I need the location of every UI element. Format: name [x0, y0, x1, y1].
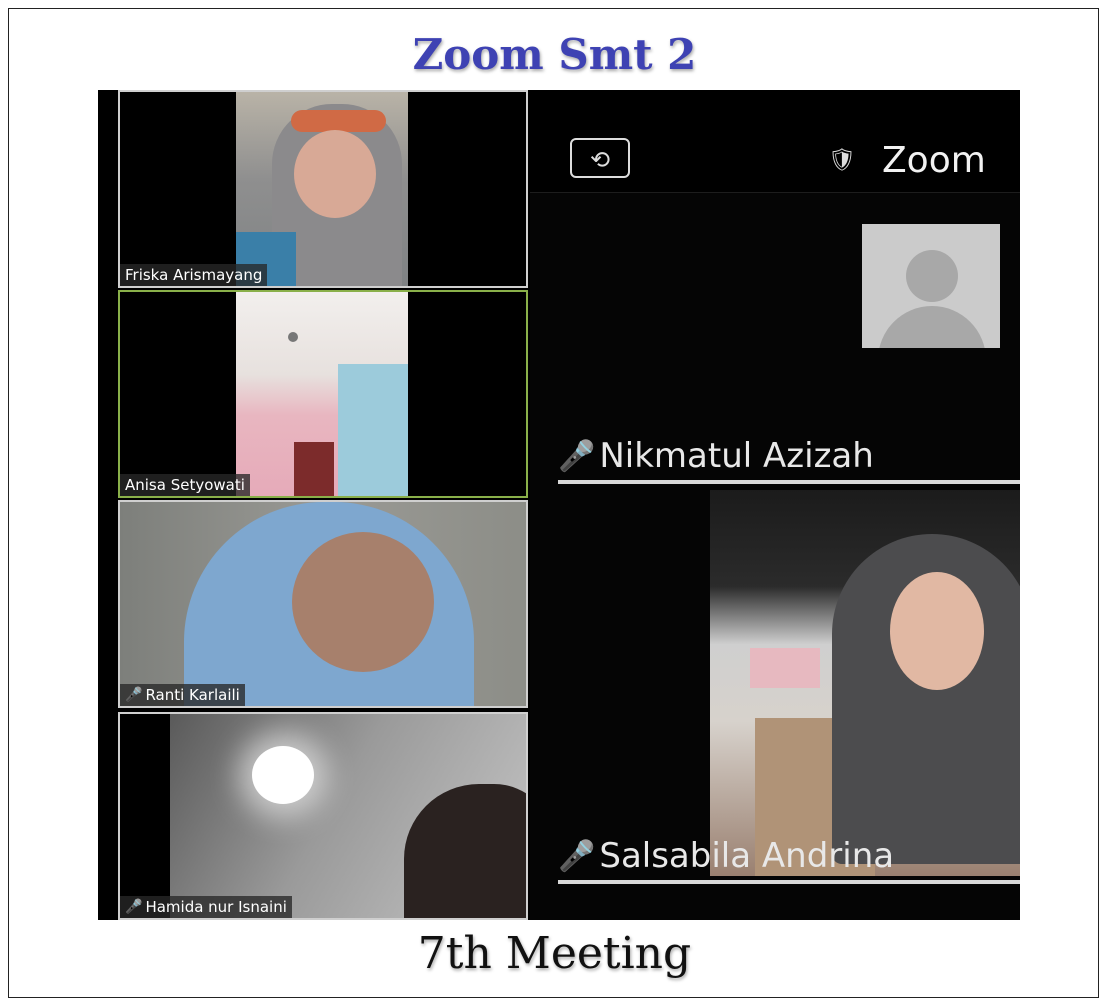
participant-tile[interactable]: 🎤 Ranti Karlaili [118, 500, 528, 708]
camera-switch-icon[interactable]: ⟲ [570, 138, 630, 178]
avatar-body [878, 306, 986, 348]
muted-mic-icon: 🎤 [125, 899, 143, 915]
participant-tile[interactable]: Friska Arismayang [118, 90, 528, 288]
participant-name-label: 🎤 Ranti Karlaili [120, 684, 245, 706]
app-title: Zoom [882, 140, 986, 181]
participant-video [120, 502, 526, 706]
zoom-top-bar: ⟲ 🛡 Zoom [530, 90, 1020, 193]
participant-name: Friska Arismayang [125, 266, 263, 284]
page-title: Zoom Smt 2 [412, 30, 697, 79]
muted-mic-icon: 🎤 [558, 838, 596, 874]
avatar [862, 224, 1000, 348]
participant-video [170, 714, 526, 918]
participant-name-label: 🎤 Nikmatul Azizah [558, 436, 874, 476]
participant-name: Nikmatul Azizah [599, 436, 874, 476]
participant-name-label: Friska Arismayang [120, 264, 268, 286]
participant-name: Anisa Setyowati [125, 476, 245, 494]
participant-name: Hamida nur Isnaini [145, 898, 287, 916]
zoom-app-screenshot: ⟲ 🛡 Zoom 🎤 Nikmatul Azizah 🎤 Salsabila A… [530, 90, 1020, 920]
participant-name-label: 🎤 Hamida nur Isnaini [120, 896, 292, 918]
participant-name-label: Anisa Setyowati [120, 474, 250, 496]
participant-name-label: 🎤 Salsabila Andrina [558, 836, 894, 876]
participant-video [236, 292, 408, 496]
participant-name: Ranti Karlaili [145, 686, 240, 704]
avatar-head [906, 250, 958, 302]
participant-tile[interactable]: 🎤 Hamida nur Isnaini [118, 712, 528, 920]
shield-icon[interactable]: 🛡 [828, 148, 856, 173]
tile-divider [558, 480, 1020, 484]
caption: 7th Meeting [417, 928, 692, 979]
tile-divider [558, 880, 1020, 884]
participant-video [236, 92, 408, 286]
muted-mic-icon: 🎤 [125, 687, 143, 703]
participant-name: Salsabila Andrina [599, 836, 895, 876]
muted-mic-icon: 🎤 [558, 438, 596, 474]
participant-tile-active-speaker[interactable]: Anisa Setyowati [118, 290, 528, 498]
gallery-screenshot: Friska Arismayang Anisa Setyowati 🎤 Rant… [98, 90, 530, 920]
participant-video[interactable] [710, 490, 1020, 876]
